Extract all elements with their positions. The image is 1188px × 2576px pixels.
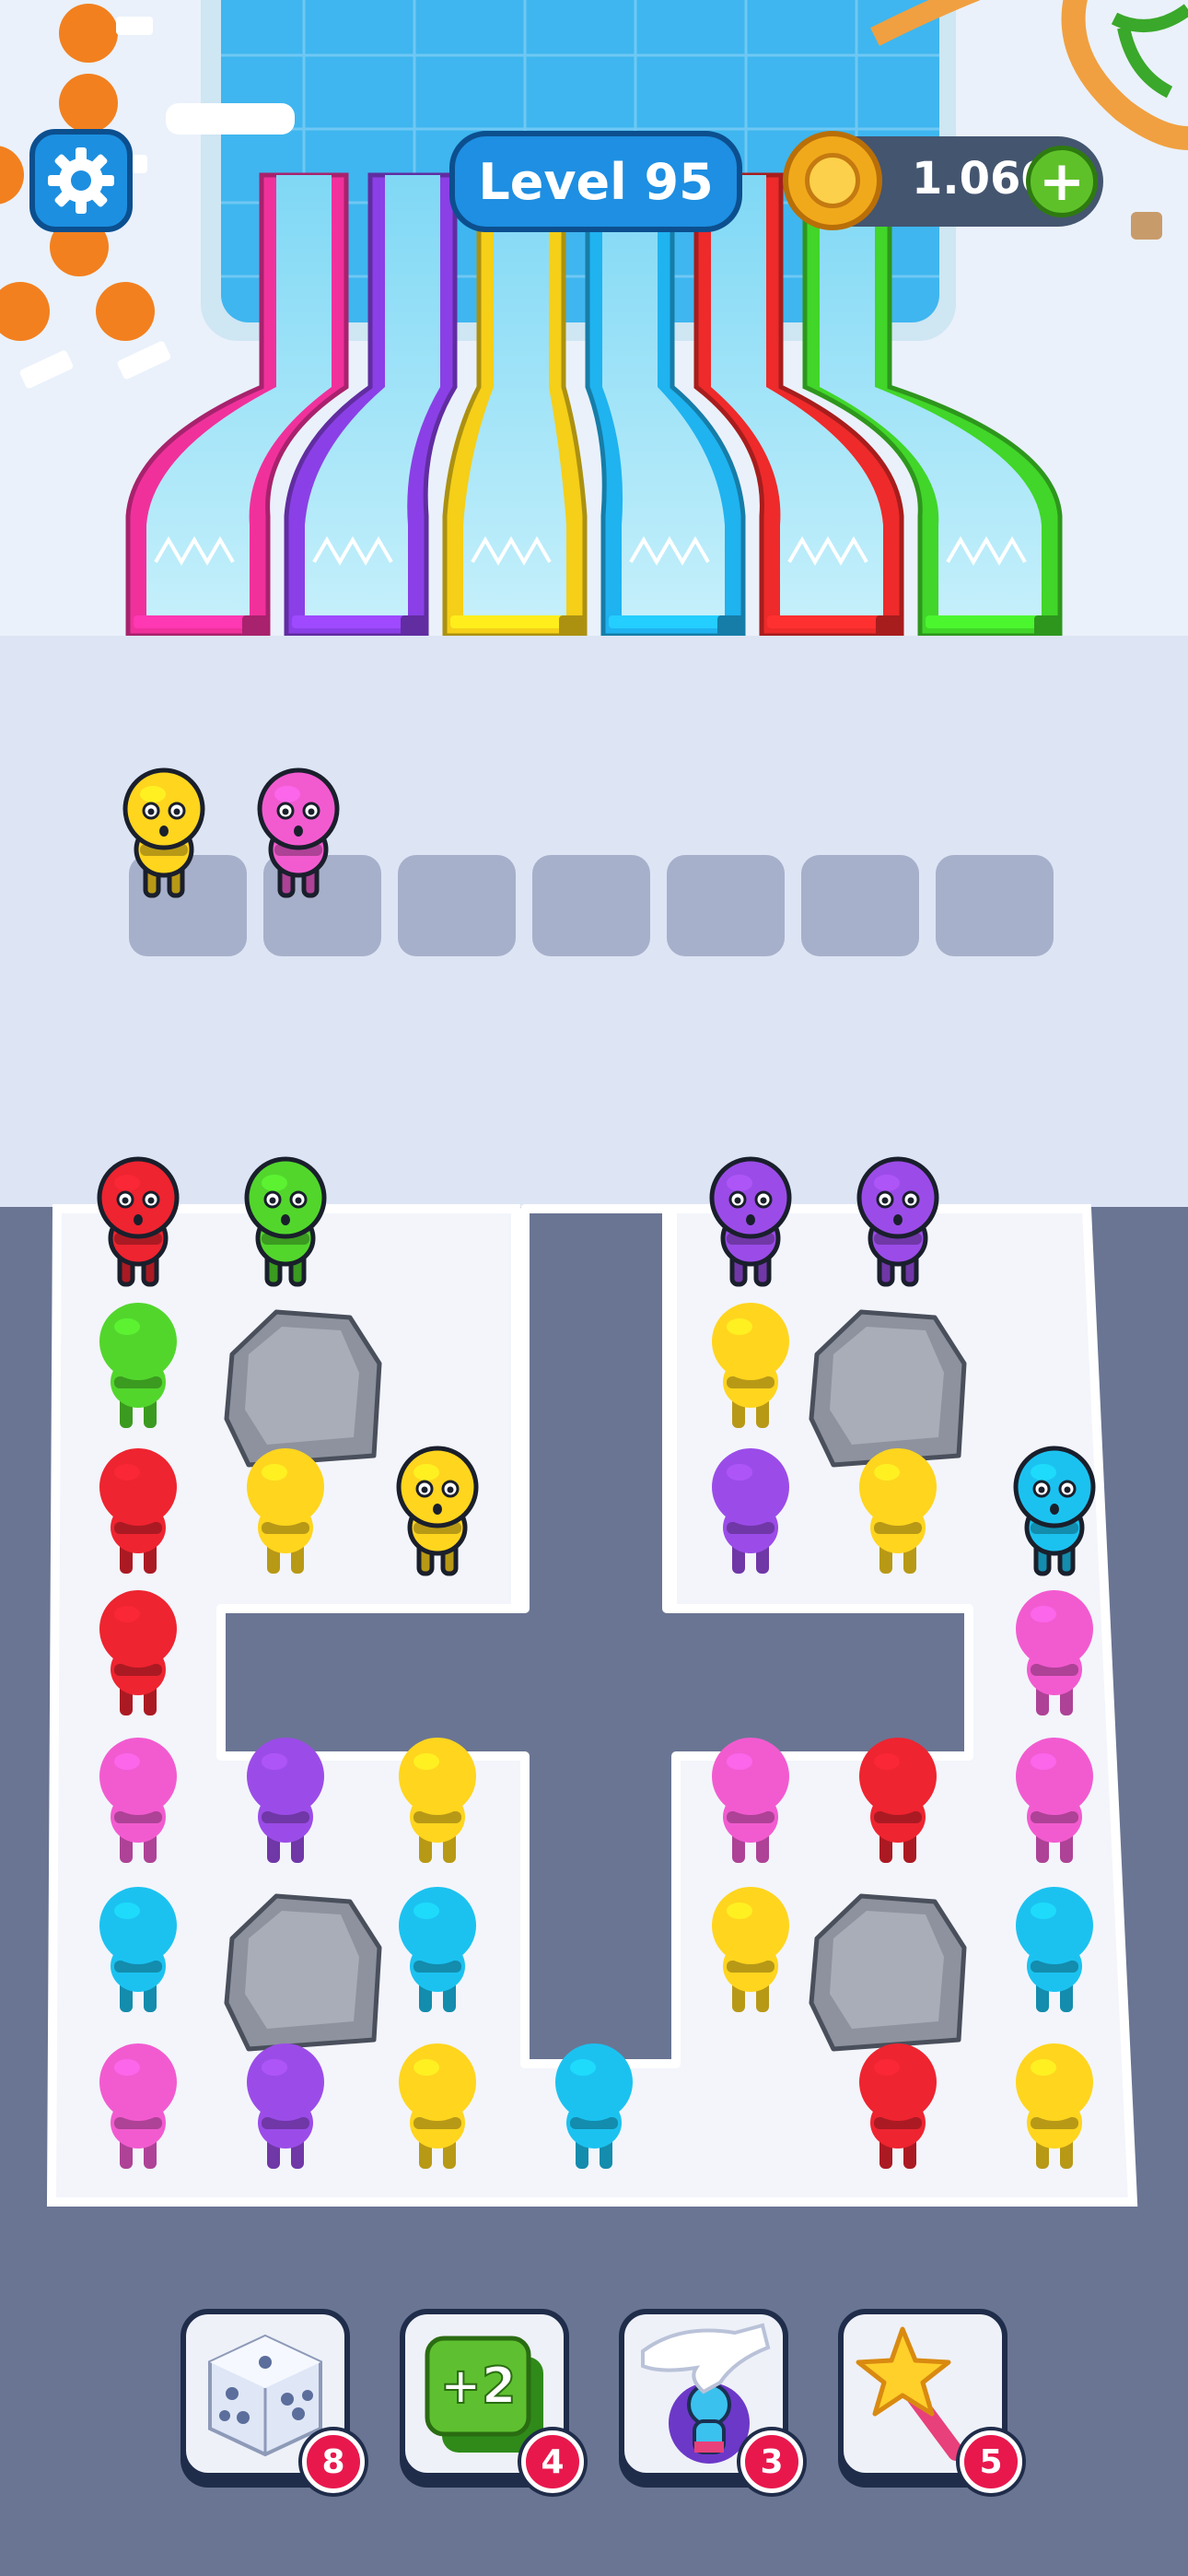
level-indicator: Level 95 <box>449 131 742 232</box>
rock-obstacle <box>809 1893 967 2052</box>
plus-two-label: +2 <box>440 2357 517 2415</box>
level-label: Level 95 <box>478 152 714 211</box>
coin-icon <box>783 131 882 230</box>
waiting-slot <box>532 855 650 956</box>
waiting-slot <box>801 855 919 956</box>
pick-person-booster-button[interactable]: 3 <box>619 2309 803 2493</box>
waiting-slot <box>936 855 1054 956</box>
shuffle-booster-button[interactable]: 8 <box>181 2309 365 2493</box>
booster-count-badge: 4 <box>521 2430 584 2493</box>
gear-icon <box>48 147 114 214</box>
rock-obstacle <box>224 1309 382 1468</box>
waiting-slot <box>398 855 516 956</box>
booster-count-badge: 3 <box>740 2430 803 2493</box>
coin-counter: 1.060 + <box>783 131 1103 230</box>
game-scene <box>0 0 1188 2576</box>
booster-count-badge: 5 <box>960 2430 1022 2493</box>
rock-obstacle <box>224 1893 382 2052</box>
settings-button[interactable] <box>29 129 133 232</box>
booster-count-badge: 8 <box>302 2430 365 2493</box>
magic-wand-booster-button[interactable]: 5 <box>838 2309 1022 2493</box>
extra-slots-booster-button[interactable]: +2 4 <box>400 2309 584 2493</box>
diving-board <box>166 103 295 135</box>
add-coins-button[interactable]: + <box>1026 146 1098 217</box>
waiting-slot <box>667 855 785 956</box>
rock-obstacle <box>809 1309 967 1468</box>
plus-icon: + <box>1038 149 1086 214</box>
